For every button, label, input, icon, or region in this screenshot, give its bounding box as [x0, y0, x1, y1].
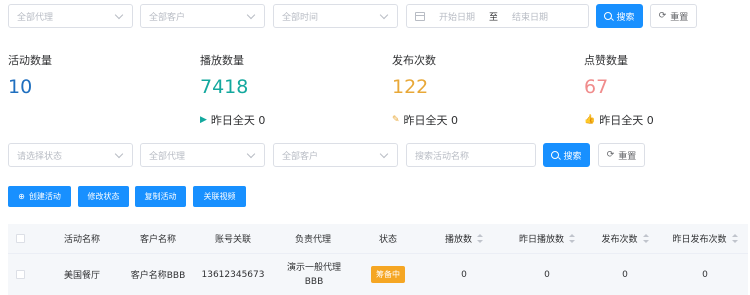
start-date-input[interactable]: 开始日期: [439, 10, 475, 23]
create-activity-label: 创建活动: [28, 192, 61, 201]
header-publishes[interactable]: 发布次数: [588, 224, 662, 253]
header-name: 活动名称: [63, 235, 100, 245]
copy-activity-label: 复制活动: [144, 192, 177, 201]
header-publishes-label: 发布次数: [601, 235, 638, 245]
link-video-label: 关联视频: [203, 192, 236, 201]
status-select[interactable]: 请选择状态: [8, 143, 133, 167]
chevron-down-icon: [246, 11, 256, 21]
search-icon: [551, 151, 560, 159]
chevron-down-icon: [246, 150, 256, 160]
row-yesterday-plays: 0: [544, 269, 550, 280]
row-customer: 客户名称BBB: [130, 271, 186, 281]
reset-button[interactable]: ⟳ 重置: [650, 4, 697, 28]
reset-button-2[interactable]: ⟳ 重置: [598, 143, 645, 167]
search-icon: [604, 12, 613, 20]
chevron-down-icon: [114, 11, 124, 21]
time-select[interactable]: 全部时间: [273, 4, 398, 28]
time-select-placeholder: 全部时间: [282, 12, 319, 23]
header-status: 状态: [378, 235, 397, 245]
date-separator: 至: [489, 12, 499, 23]
header-agent: 负责代理: [294, 235, 331, 245]
like-count-label: 点赞数量: [584, 54, 628, 67]
activity-name-input[interactable]: 搜索活动名称: [406, 143, 536, 167]
search-button-label: 搜索: [616, 12, 635, 23]
publish-count-value: 122: [392, 76, 429, 98]
header-yesterday-plays-label: 昨日播放数: [518, 235, 564, 245]
thumbs-up-icon: 👍: [584, 115, 596, 125]
header-account: 账号关联: [214, 235, 251, 245]
plus-circle-icon: ⊕: [18, 192, 25, 201]
create-activity-button[interactable]: ⊕ 创建活动: [8, 186, 71, 207]
header-plays[interactable]: 播放数: [422, 224, 506, 253]
agent-select-2[interactable]: 全部代理: [140, 143, 265, 167]
table-header: 活动名称 客户名称 账号关联 负责代理 状态 播放数 昨日播放数 发布次数 昨日…: [8, 224, 748, 254]
refresh-icon: ⟳: [658, 11, 667, 21]
header-yesterday-publishes-label: 昨日发布次数: [672, 235, 727, 245]
play-yesterday: ▶ 昨日全天 0: [200, 112, 265, 128]
like-yesterday-text: 昨日全天 0: [599, 114, 654, 127]
header-yesterday-publishes[interactable]: 昨日发布次数: [662, 224, 748, 253]
customer-select[interactable]: 全部客户: [140, 4, 265, 28]
sort-icon[interactable]: [731, 234, 738, 243]
search-button-2-label: 搜索: [563, 151, 582, 162]
chevron-down-icon: [379, 11, 389, 21]
header-yesterday-plays[interactable]: 昨日播放数: [506, 224, 588, 253]
flame-icon: ✎: [392, 115, 400, 125]
row-yesterday-publishes: 0: [702, 269, 708, 280]
sort-icon[interactable]: [477, 234, 483, 243]
row-account: 13612345673: [201, 269, 265, 280]
search-button[interactable]: 搜索: [596, 4, 643, 28]
status-badge: 筹备中: [371, 266, 405, 283]
like-yesterday: 👍 昨日全天 0: [584, 112, 654, 128]
reset-button-2-label: 重置: [618, 151, 637, 162]
calendar-icon: [415, 11, 425, 21]
sort-icon[interactable]: [569, 234, 575, 243]
play-yesterday-text: 昨日全天 0: [210, 114, 266, 127]
chevron-down-icon: [379, 150, 389, 160]
like-count-value: 67: [584, 76, 609, 98]
publish-yesterday: ✎ 昨日全天 0: [392, 112, 458, 128]
publish-count-label: 发布次数: [392, 54, 436, 67]
agent-select-placeholder: 全部代理: [17, 12, 54, 23]
row-name: 美国餐厅: [63, 271, 100, 281]
end-date-input[interactable]: 结束日期: [512, 10, 548, 23]
date-range-picker[interactable]: 开始日期 至 结束日期: [406, 4, 589, 28]
select-all-checkbox[interactable]: [15, 234, 25, 243]
chevron-down-icon: [114, 150, 124, 160]
agent-select[interactable]: 全部代理: [8, 4, 133, 28]
row-agent: 演示一般代理BBB: [286, 262, 341, 287]
modify-status-label: 修改状态: [87, 192, 120, 201]
play-count-label: 播放数量: [200, 54, 244, 67]
activity-count-label: 活动数量: [8, 54, 52, 67]
status-select-placeholder: 请选择状态: [17, 151, 63, 162]
activity-count-value: 10: [8, 76, 33, 98]
customer-select-2[interactable]: 全部客户: [273, 143, 398, 167]
row-checkbox[interactable]: [15, 270, 25, 279]
customer-select-placeholder: 全部客户: [149, 12, 186, 23]
link-video-button[interactable]: 关联视频: [193, 186, 246, 207]
refresh-icon: ⟳: [606, 150, 615, 160]
customer-select-2-placeholder: 全部客户: [282, 151, 319, 162]
copy-activity-button[interactable]: 复制活动: [135, 186, 186, 207]
header-customer: 客户名称: [139, 235, 176, 245]
agent-select-2-placeholder: 全部代理: [149, 151, 186, 162]
play-icon: ▶: [200, 115, 207, 125]
reset-button-label: 重置: [670, 12, 689, 23]
publish-yesterday-text: 昨日全天 0: [403, 114, 459, 127]
table-row[interactable]: 美国餐厅 客户名称BBB 13612345673 演示一般代理BBB 筹备中 0…: [8, 254, 748, 295]
row-publishes: 0: [622, 269, 628, 280]
search-button-2[interactable]: 搜索: [543, 143, 590, 167]
activity-name-placeholder: 搜索活动名称: [415, 151, 470, 162]
modify-status-button[interactable]: 修改状态: [78, 186, 129, 207]
sort-icon[interactable]: [642, 234, 649, 243]
play-count-value: 7418: [200, 76, 249, 98]
row-plays: 0: [461, 269, 467, 280]
header-plays-label: 播放数: [444, 235, 472, 245]
